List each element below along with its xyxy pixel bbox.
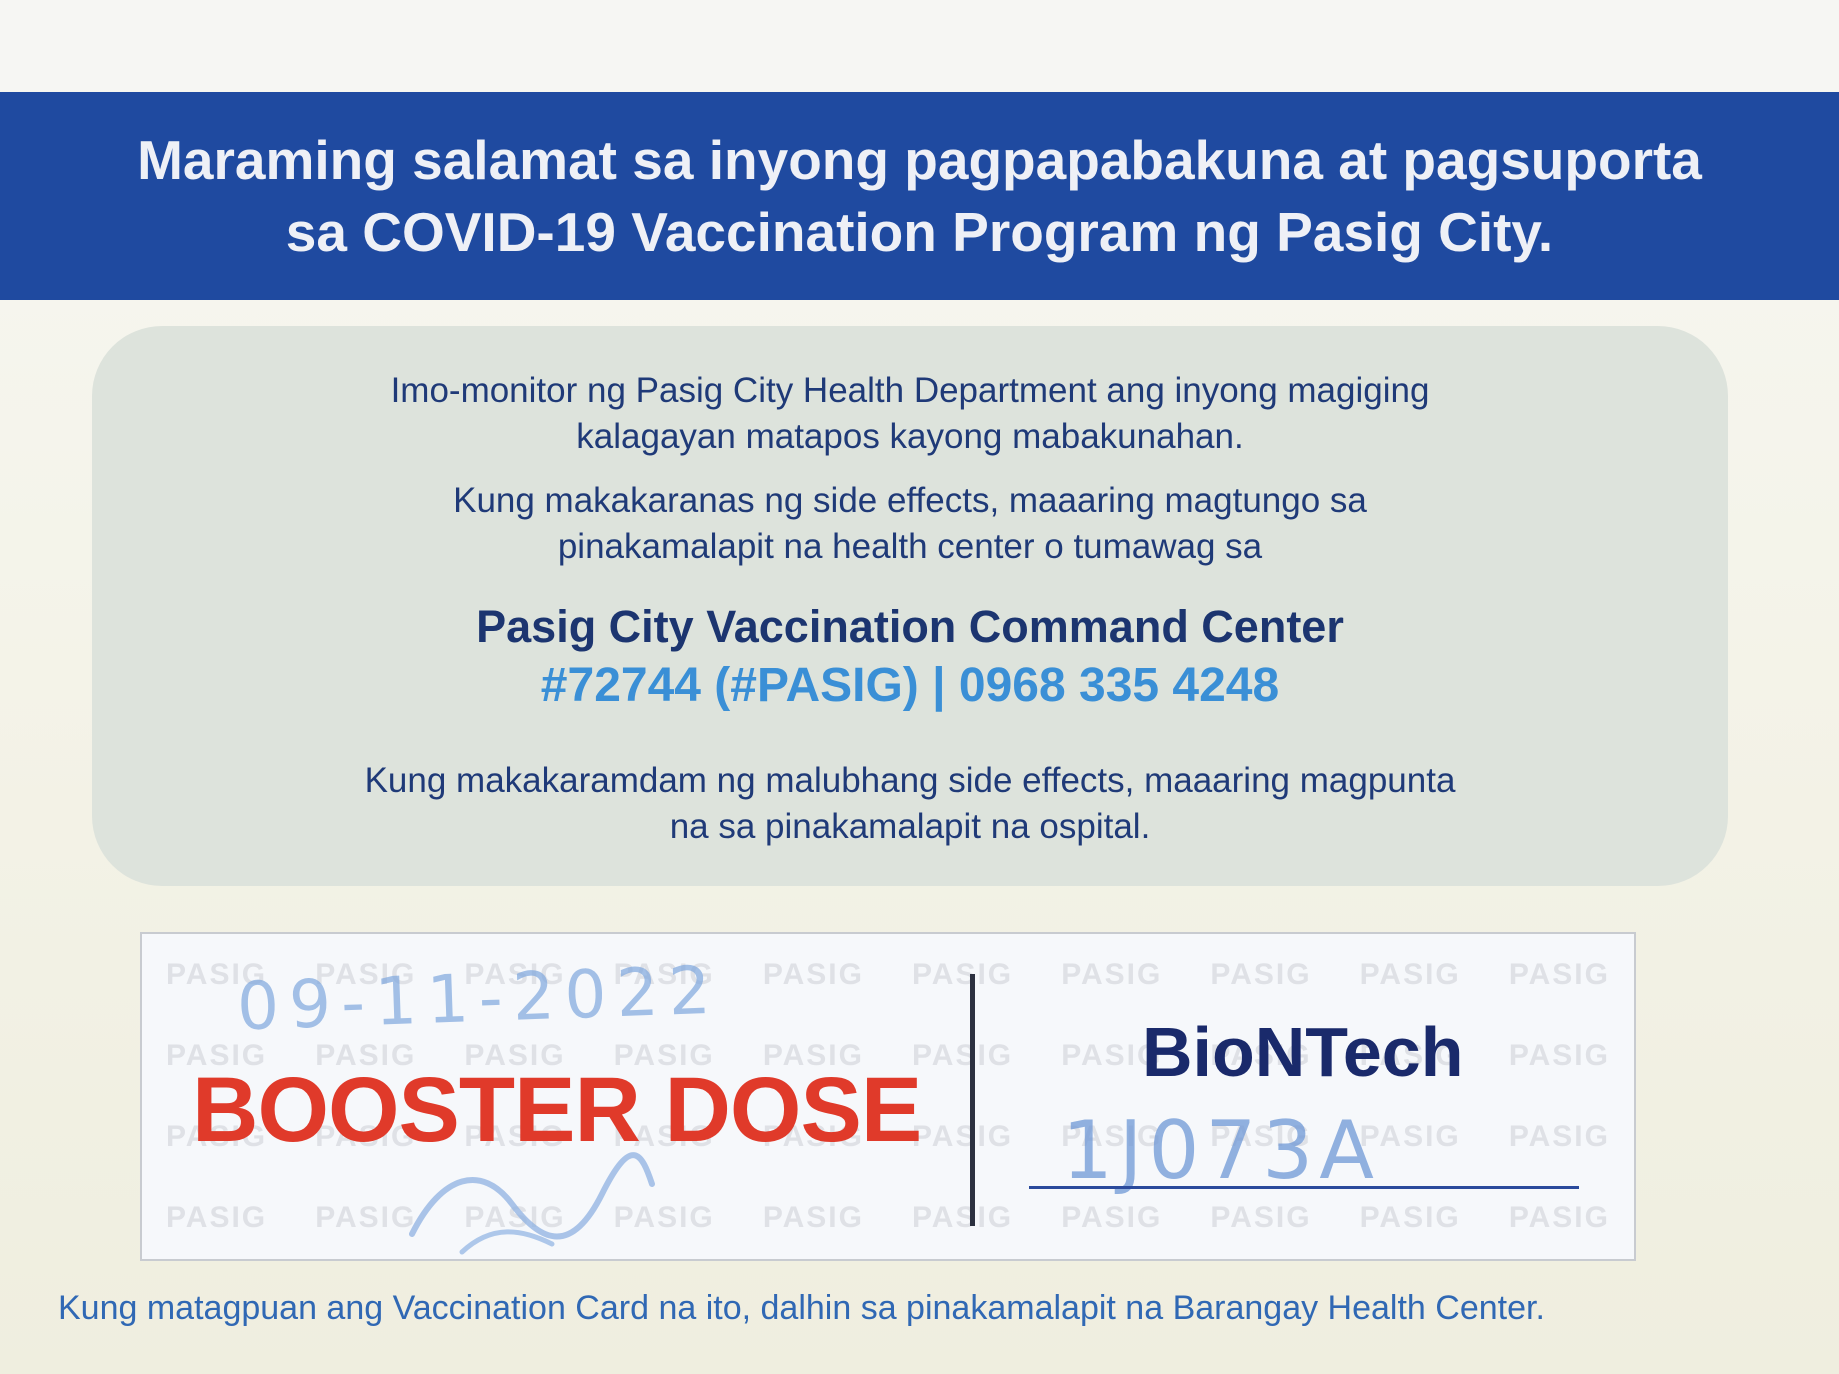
card-top-edge — [0, 0, 1839, 90]
vaccination-card: Maraming salamat sa inyong pagpapabakuna… — [0, 0, 1839, 1374]
dose-record-box: PASIG PASIG PASIG PASIG PASIG PASIG PASIG PASIG… — [140, 932, 1636, 1261]
side-effects-line-1: Kung makakaranas ng side effects, maaari… — [453, 481, 1367, 520]
monitor-line-2: kalagayan matapos kayong mabakunahan. — [576, 417, 1244, 456]
lot-underline — [1029, 1186, 1579, 1189]
severe-effects-line-1: Kung makakaramdam ng malubhang side effe… — [364, 761, 1456, 800]
watermark-text: PASIG — [1061, 957, 1163, 991]
watermark-text: PASIG — [1508, 1120, 1610, 1154]
side-effects-line-2: pinakamalapit na health center o tumawag… — [557, 527, 1263, 566]
watermark-text: PASIG — [762, 1201, 864, 1235]
watermark-text: PASIG — [1508, 957, 1610, 991]
monitor-line-1: Imo-monitor ng Pasig City Health Departm… — [390, 371, 1430, 410]
watermark-text: PASIG — [912, 957, 1014, 991]
monitoring-info-panel: Imo-monitor ng Pasig City Health Departm… — [92, 326, 1728, 886]
banner-line-1: Maraming salamat sa inyong pagpapabakuna… — [137, 129, 1702, 191]
severe-effects-line-2: na sa pinakamalapit na ospital. — [669, 807, 1151, 846]
thank-you-banner: Maraming salamat sa inyong pagpapabakuna… — [0, 92, 1839, 300]
hotline-number: #72744 (#PASIG) | 0968 335 4248 — [540, 659, 1280, 712]
dose-divider — [970, 974, 975, 1226]
handwritten-lot-number: 1J073A — [1062, 1104, 1380, 1197]
handwritten-date: 09-11-2022 — [235, 951, 722, 1046]
watermark-text: PASIG — [1359, 957, 1461, 991]
banner-line-2: sa COVID-19 Vaccination Program ng Pasig… — [285, 201, 1554, 263]
watermark-text: PASIG — [1508, 1201, 1610, 1235]
watermark-text: PASIG — [166, 1201, 268, 1235]
watermark-text: PASIG — [1508, 1038, 1610, 1072]
found-card-notice: Kung matagpuan ang Vaccination Card na i… — [58, 1289, 1545, 1327]
watermark-text: PASIG — [1210, 957, 1312, 991]
handwritten-signature — [409, 1152, 655, 1255]
watermark-text: PASIG — [912, 1201, 1014, 1235]
command-center-title: Pasig City Vaccination Command Center — [476, 601, 1344, 652]
vaccine-brand: BioNTech — [1142, 1013, 1464, 1091]
watermark-text: PASIG — [762, 957, 864, 991]
